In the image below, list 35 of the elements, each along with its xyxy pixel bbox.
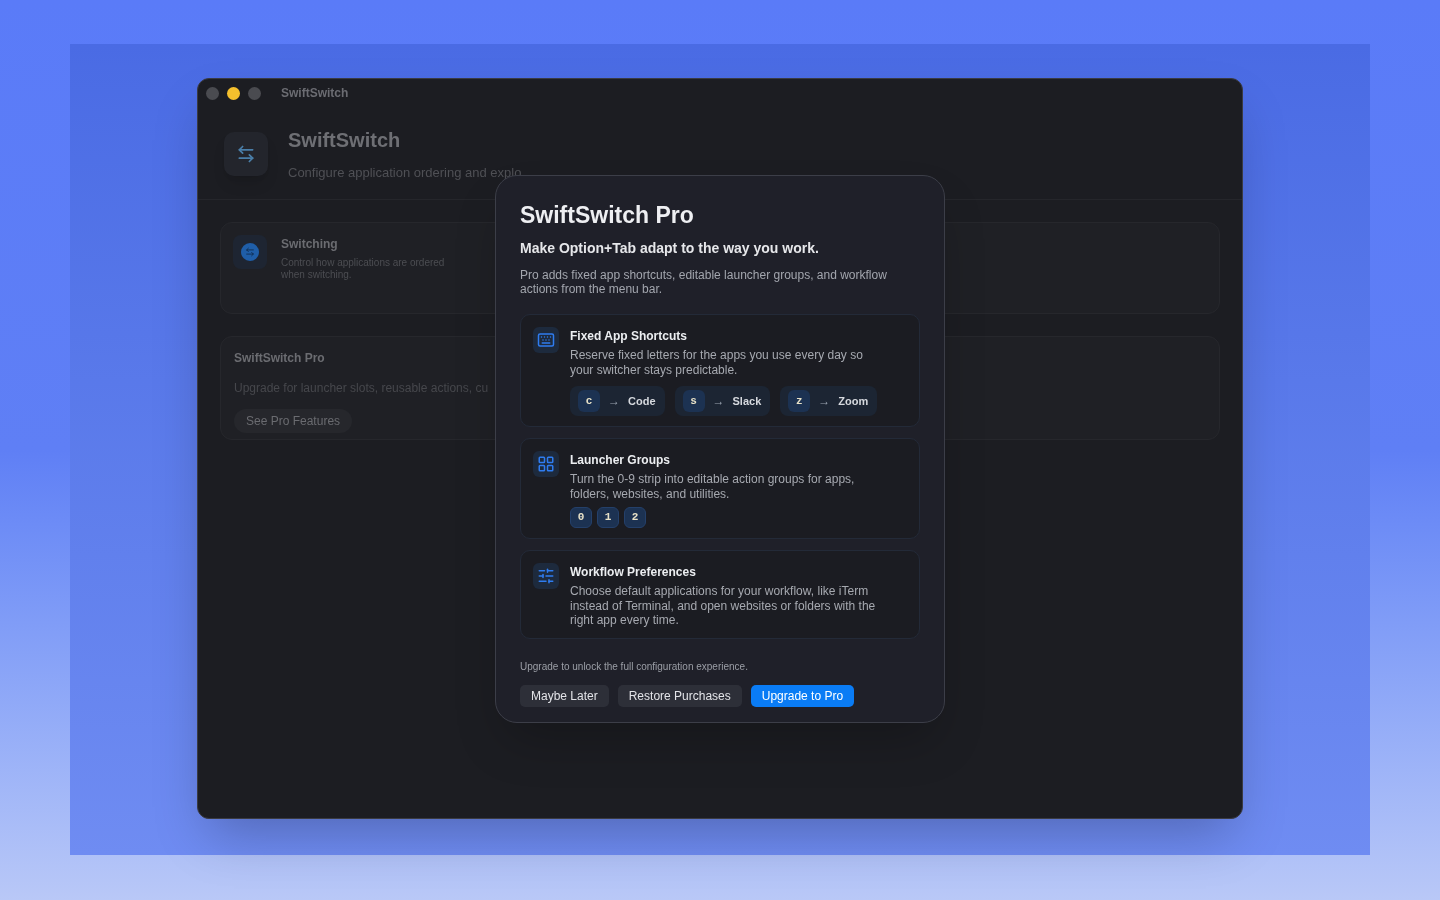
window-title: SwiftSwitch — [281, 85, 349, 102]
feature-description: Reserve fixed letters for the apps you use every day so your switcher stays predictable. — [570, 348, 864, 377]
key-cap: 2 — [624, 507, 646, 528]
arrow-glyph: → — [608, 393, 620, 410]
keyboard-icon — [533, 327, 559, 353]
feature-title: Fixed App Shortcuts — [570, 328, 688, 345]
switch-icon — [233, 234, 267, 269]
card-title: Switching — [281, 235, 339, 253]
dialog-button[interactable]: Upgrade to Pro — [750, 684, 855, 707]
app-name: Slack — [732, 393, 762, 409]
feature-description: Choose default applications for your workflow, like iTerm instead of Terminal, and open websites or folders with the right app every time. — [570, 584, 877, 628]
feature-description: Turn the 0-9 strip into editable action groups for apps, folders, websites, and utilities. — [570, 472, 856, 501]
app-name: Zoom — [838, 393, 869, 409]
app-heading: SwiftSwitch — [288, 128, 402, 153]
app-name: Code — [628, 393, 656, 409]
arrow-glyph: → — [712, 393, 725, 410]
arrow-glyph: → — [818, 393, 831, 410]
key-cap: 1 — [597, 507, 619, 528]
footnote: Upgrade to unlock the full configuration experience. — [520, 659, 749, 674]
feature-title: Launcher Groups — [570, 452, 671, 469]
window-control[interactable] — [227, 86, 240, 100]
feature-title: Workflow Preferences — [570, 564, 697, 581]
dialog-intro: Pro adds fixed app shortcuts, editable launcher groups, and workflow actions from the menu bar. — [520, 268, 888, 296]
dialog-button[interactable]: Restore Purchases — [617, 684, 742, 707]
key-cap: 0 — [570, 507, 592, 528]
dialog-button[interactable]: Maybe Later — [520, 684, 609, 707]
dialog-tagline: Make Option+Tab adapt to the way you work. — [520, 239, 820, 258]
card-title: SwiftSwitch Pro — [234, 349, 325, 367]
grid-icon — [533, 451, 559, 477]
sliders-icon — [533, 563, 559, 589]
app-icon — [224, 131, 268, 176]
key-cap: c — [578, 390, 600, 412]
key-cap: s — [682, 390, 705, 412]
dialog-title: SwiftSwitch Pro — [520, 202, 695, 228]
key-cap: z — [788, 390, 811, 412]
